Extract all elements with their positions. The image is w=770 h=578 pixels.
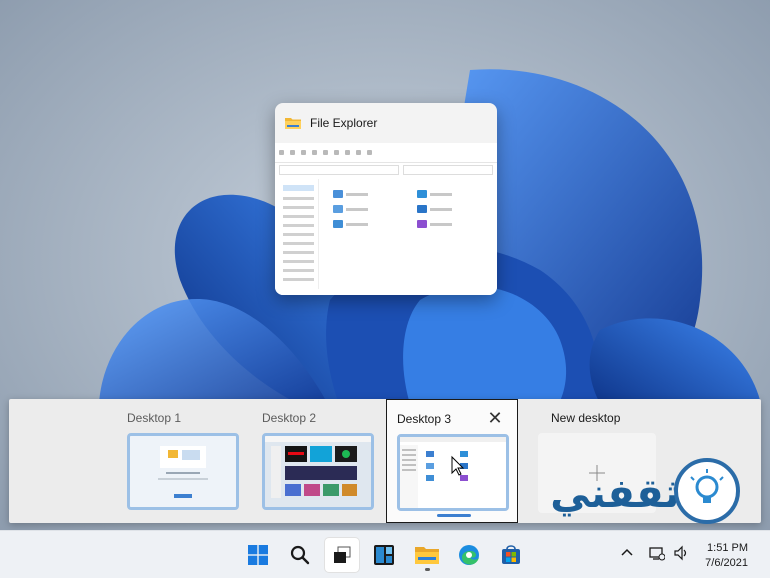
store-button[interactable]	[494, 538, 528, 572]
search-icon	[290, 545, 310, 565]
explorer-toolbar	[275, 143, 497, 163]
start-icon	[248, 545, 268, 565]
explorer-nav-pane	[275, 179, 319, 289]
desktop-1-label: Desktop 1	[127, 411, 182, 425]
volume-icon[interactable]	[673, 545, 689, 561]
widgets-icon	[374, 545, 394, 565]
desktop-3[interactable]: Desktop 3 ✕	[386, 399, 518, 523]
chevron-up-icon[interactable]	[621, 547, 633, 559]
desktop-1[interactable]: Desktop 1	[114, 399, 244, 523]
close-desktop-3-icon[interactable]: ✕	[487, 409, 503, 427]
edge-icon	[459, 545, 479, 565]
file-explorer-window-preview[interactable]: File Explorer	[275, 103, 497, 295]
folder-icon	[285, 118, 301, 129]
start-button[interactable]	[241, 538, 275, 572]
task-view-button[interactable]	[325, 538, 359, 572]
window-preview-thumbnail	[275, 143, 497, 295]
search-button[interactable]	[283, 538, 317, 572]
new-desktop-label: New desktop	[551, 411, 621, 425]
store-icon	[502, 545, 520, 564]
desktop-3-thumbnail[interactable]	[397, 434, 509, 511]
window-preview-header: File Explorer	[275, 103, 497, 143]
file-explorer-icon	[415, 547, 439, 564]
desktop-2[interactable]: Desktop 2	[249, 399, 384, 523]
running-indicator	[425, 568, 430, 571]
clock-date: 7/6/2021	[705, 557, 748, 569]
active-desktop-indicator	[437, 514, 471, 517]
widgets-button[interactable]	[367, 538, 401, 572]
watermark-text: ثقفني	[550, 471, 679, 517]
explorer-address-row	[279, 165, 493, 179]
file-explorer-taskbar-button[interactable]	[410, 538, 444, 572]
edge-button[interactable]	[452, 538, 486, 572]
explorer-content	[325, 181, 493, 281]
system-clock[interactable]: 1:51 PM 7/6/2021	[705, 541, 748, 571]
desktop-1-thumbnail[interactable]	[127, 433, 239, 510]
desktop-3-label: Desktop 3	[397, 412, 452, 426]
clock-time: 1:51 PM	[707, 542, 748, 554]
task-view-icon	[334, 546, 351, 563]
site-watermark: ثقفني	[520, 455, 750, 527]
desktop-2-thumbnail[interactable]	[262, 433, 374, 510]
window-preview-title: File Explorer	[310, 116, 378, 130]
taskbar: 1:51 PM 7/6/2021	[0, 530, 770, 578]
network-icon[interactable]	[649, 545, 665, 561]
desktop-2-label: Desktop 2	[262, 411, 317, 425]
